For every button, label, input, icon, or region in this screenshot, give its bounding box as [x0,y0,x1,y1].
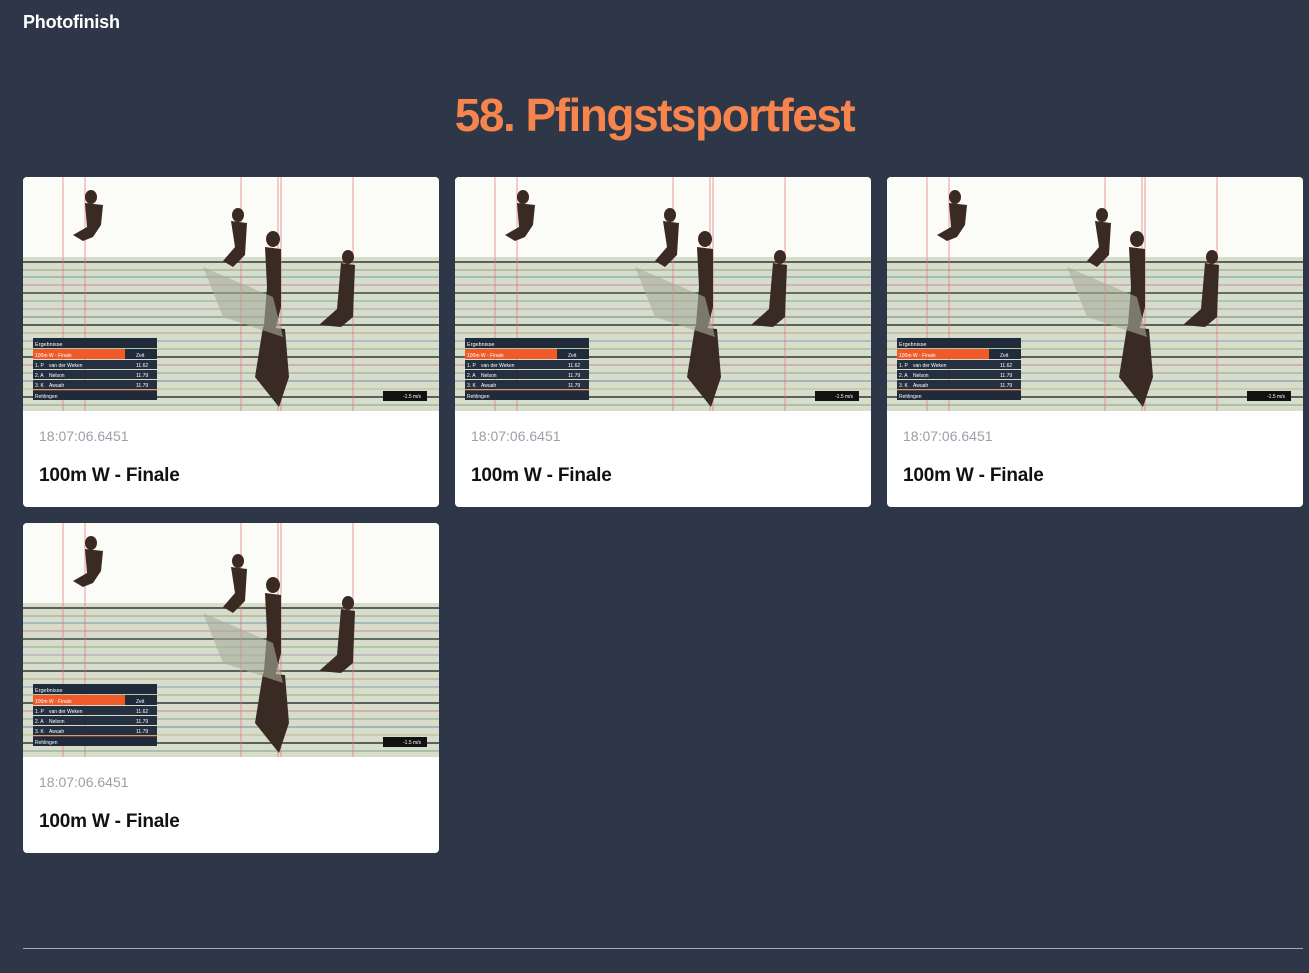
svg-text:2. A: 2. A [899,373,908,379]
svg-text:Ergebnisse: Ergebnisse [35,342,63,348]
svg-text:100m W - Finale: 100m W - Finale [467,353,504,359]
svg-text:11.62: 11.62 [1000,363,1012,369]
svg-text:Awuah: Awuah [481,383,496,389]
svg-text:Nelson: Nelson [481,373,497,379]
svg-text:Zeit: Zeit [1000,353,1009,359]
svg-text:11.79: 11.79 [1000,373,1012,379]
page-title: 58. Pfingstsportfest [454,89,856,141]
svg-text:11.62: 11.62 [568,363,580,369]
svg-text:Zeit: Zeit [136,699,145,705]
card-title[interactable]: 100m W - Finale [471,465,612,487]
svg-text:3. K: 3. K [899,383,909,389]
svg-text:Rehlingen: Rehlingen [467,394,490,400]
svg-text:-1.5 m/s: -1.5 m/s [1267,394,1286,400]
photo-card[interactable]: Ergebnisse 100m W - Finale Zeit 1. P van… [455,177,871,507]
photo-card[interactable]: Ergebnisse 100m W - Finale Zeit 1. P van… [887,177,1303,507]
card-timestamp: 18:07:06.6451 [39,428,129,444]
svg-text:2. A: 2. A [467,373,476,379]
photofinish-image: Ergebnisse 100m W - Finale Zeit 1. P van… [455,177,871,411]
card-timestamp: 18:07:06.6451 [471,428,561,444]
svg-text:-1.5 m/s: -1.5 m/s [835,394,854,400]
svg-text:-1.5 m/s: -1.5 m/s [403,740,422,746]
svg-text:100m W - Finale: 100m W - Finale [899,353,936,359]
svg-text:1. P: 1. P [35,709,45,715]
svg-text:11.79: 11.79 [568,383,580,389]
svg-text:1. P: 1. P [467,363,477,369]
svg-text:Ergebnisse: Ergebnisse [899,342,927,348]
svg-text:11.79: 11.79 [136,373,148,379]
svg-text:Ergebnisse: Ergebnisse [467,342,495,348]
svg-text:Awuah: Awuah [49,383,64,389]
brand-logo-link[interactable]: Photofinish [23,12,120,33]
svg-text:Rehlingen: Rehlingen [899,394,922,400]
svg-text:Nelson: Nelson [49,719,65,725]
svg-text:van der Weken: van der Weken [49,709,83,715]
svg-text:van der Weken: van der Weken [913,363,947,369]
svg-text:Awuah: Awuah [913,383,928,389]
card-title[interactable]: 100m W - Finale [903,465,1044,487]
svg-text:1. P: 1. P [899,363,909,369]
svg-text:11.79: 11.79 [136,719,148,725]
svg-text:3. K: 3. K [467,383,477,389]
photofinish-image: Ergebnisse 100m W - Finale Zeit 1. P van… [887,177,1303,411]
svg-text:2. A: 2. A [35,719,44,725]
svg-text:Nelson: Nelson [913,373,929,379]
svg-text:van der Weken: van der Weken [481,363,515,369]
card-title[interactable]: 100m W - Finale [39,811,180,833]
photo-card[interactable]: Ergebnisse 100m W - Finale Zeit 1. P van… [23,523,439,853]
card-title[interactable]: 100m W - Finale [39,465,180,487]
svg-text:3. K: 3. K [35,729,45,735]
svg-text:11.79: 11.79 [568,373,580,379]
svg-text:3. K: 3. K [35,383,45,389]
svg-text:Ergebnisse: Ergebnisse [35,688,63,694]
svg-text:11.79: 11.79 [136,729,148,735]
svg-text:11.79: 11.79 [1000,383,1012,389]
svg-text:11.62: 11.62 [136,709,148,715]
svg-text:2. A: 2. A [35,373,44,379]
card-timestamp: 18:07:06.6451 [39,774,129,790]
svg-text:Zeit: Zeit [136,353,145,359]
svg-text:11.79: 11.79 [136,383,148,389]
svg-text:Zeit: Zeit [568,353,577,359]
svg-text:-1.5 m/s: -1.5 m/s [403,394,422,400]
svg-text:100m W - Finale: 100m W - Finale [35,353,72,359]
photofinish-image: Ergebnisse 100m W - Finale Zeit 1. P van… [23,177,439,411]
svg-text:Rehlingen: Rehlingen [35,740,58,746]
card-timestamp: 18:07:06.6451 [903,428,993,444]
svg-text:Rehlingen: Rehlingen [35,394,58,400]
photo-card[interactable]: Ergebnisse 100m W - Finale Zeit 1. P van… [23,177,439,507]
photo-grid: Ergebnisse 100m W - Finale Zeit 1. P van… [23,177,1303,853]
svg-text:Awuah: Awuah [49,729,64,735]
svg-text:van der Weken: van der Weken [49,363,83,369]
svg-text:11.62: 11.62 [136,363,148,369]
footer-divider [23,948,1303,949]
svg-text:100m W - Finale: 100m W - Finale [35,699,72,705]
svg-text:1. P: 1. P [35,363,45,369]
svg-text:Nelson: Nelson [49,373,65,379]
photofinish-image: Ergebnisse 100m W - Finale Zeit 1. P van… [23,523,439,757]
